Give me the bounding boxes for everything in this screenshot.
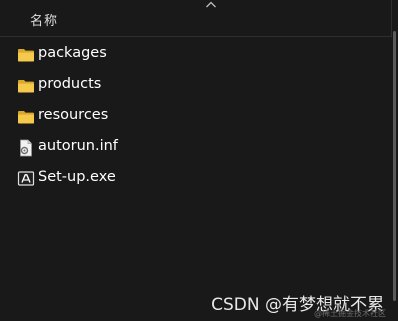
vertical-scrollbar[interactable] — [393, 31, 396, 301]
settings-file-icon — [20, 139, 32, 157]
watermark-subtext: @稀土掘金技术社区 — [314, 309, 386, 318]
list-item[interactable]: autorun.inf — [0, 133, 392, 164]
sort-ascending-icon — [206, 1, 216, 8]
list-item[interactable]: products — [0, 71, 392, 102]
folder-icon — [18, 49, 34, 62]
column-header-name[interactable]: 名称 — [30, 10, 58, 29]
file-explorer-window: 名称 packages products resources autorun.i… — [0, 0, 398, 321]
file-name: packages — [38, 45, 107, 61]
folder-icon — [18, 80, 34, 93]
column-divider[interactable] — [391, 0, 392, 37]
list-item[interactable]: Set-up.exe — [0, 164, 392, 195]
file-name: products — [38, 76, 102, 92]
list-item[interactable]: resources — [0, 102, 392, 133]
column-header-row: 名称 — [0, 0, 392, 37]
file-name: Set-up.exe — [38, 169, 116, 185]
adobe-app-icon — [17, 171, 35, 186]
file-list: packages products resources autorun.inf … — [0, 40, 392, 195]
folder-icon — [18, 111, 34, 124]
list-item[interactable]: packages — [0, 40, 392, 71]
file-name: resources — [38, 107, 109, 123]
file-name: autorun.inf — [38, 138, 118, 154]
